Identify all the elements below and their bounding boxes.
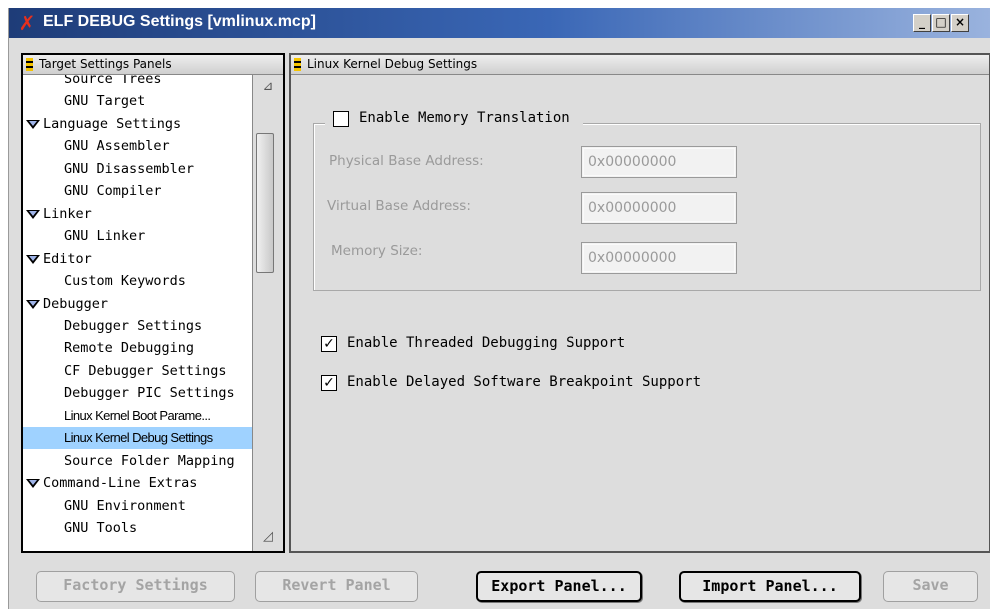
settings-window: ✗ ELF DEBUG Settings [vmlinux.mcp] _ □ ×… [8,8,990,609]
disclosure-triangle-icon[interactable] [26,479,40,489]
tree-group-item[interactable]: Editor [23,248,252,270]
disclosure-triangle-icon[interactable] [26,254,40,264]
tree-item[interactable]: GNU Tools [23,517,252,539]
tree-group-item[interactable]: Command-Line Extras [23,472,252,494]
panel-header-label: Linux Kernel Debug Settings [307,57,478,71]
tree-item-label: GNU Disassembler [64,160,195,177]
tree-item[interactable]: GNU Target [23,90,252,112]
memory-translation-checkbox[interactable] [333,111,349,127]
tree-item-label: Linker [43,205,92,222]
tree-item-label: Linux Kernel Boot Parame... [64,407,211,423]
memory-size-field[interactable]: 0x00000000 [581,242,737,274]
tree-item[interactable]: Linux Kernel Debug Settings [23,427,252,450]
factory-settings-button[interactable]: Factory Settings [36,571,235,602]
tree-item[interactable]: GNU Assembler [23,135,252,157]
tree-item[interactable]: Linux Kernel Boot Parame... [23,405,252,427]
tree-item[interactable]: Source Trees [23,75,252,90]
delayed-breakpoint-label: Enable Delayed Software Breakpoint Suppo… [347,374,702,390]
tree-item-label: Source Trees [64,75,162,87]
virtual-base-address-label: Virtual Base Address: [327,198,471,214]
close-button[interactable]: × [951,14,969,32]
tree-item[interactable]: CF Debugger Settings [23,360,252,382]
physical-base-address-label: Physical Base Address: [329,153,484,169]
delayed-breakpoint-checkbox[interactable]: ✓ [321,375,337,391]
tree-item[interactable]: Remote Debugging [23,337,252,359]
tree-item-label: Editor [43,250,92,267]
tree-item-label: GNU Compiler [64,183,162,200]
tree-item-label: Debugger [43,295,109,312]
settings-panel: Linux Kernel Debug Settings Enable Memor… [289,53,990,553]
lock-icon [26,58,33,71]
disclosure-triangle-icon[interactable] [26,119,40,129]
virtual-base-address-field[interactable]: 0x00000000 [581,192,737,224]
tree-item[interactable]: GNU Linker [23,225,252,247]
export-panel-button[interactable]: Export Panel... [476,571,642,602]
tree-group-item[interactable]: Linker [23,203,252,225]
tree-item-label: Linux Kernel Debug Settings [64,430,213,446]
tree-group-item[interactable]: Language Settings [23,113,252,135]
scroll-down-arrow-icon[interactable]: ◿ [257,527,279,549]
tree-item-label: GNU Linker [64,228,146,245]
tree-item-label: Command-Line Extras [43,475,198,492]
physical-base-address-field[interactable]: 0x00000000 [581,146,737,178]
tree-item-label: Custom Keywords [64,273,186,290]
tree-scrollbar[interactable]: ⊿ ◿ [252,75,283,551]
save-button[interactable]: Save [883,571,978,602]
tree-item-label: Debugger Settings [64,317,203,334]
x-app-icon: ✗ [18,11,36,35]
threaded-debugging-checkbox[interactable]: ✓ [321,336,337,352]
maximize-button[interactable]: □ [932,14,950,32]
tree-item[interactable]: Debugger PIC Settings [23,382,252,404]
threaded-debugging-label: Enable Threaded Debugging Support [347,335,626,351]
tree-item[interactable]: Custom Keywords [23,270,252,292]
scroll-thumb[interactable] [256,133,274,273]
tree-item-label: GNU Tools [64,520,138,536]
tree-item-label: CF Debugger Settings [64,362,227,379]
title-bar[interactable]: ✗ ELF DEBUG Settings [vmlinux.mcp] _ □ × [9,8,990,38]
minimize-button[interactable]: _ [913,14,931,32]
lock-icon [294,58,301,71]
tree-item-label: GNU Environment [64,497,186,514]
tree-item[interactable]: Debugger Settings [23,315,252,337]
panel-header-label: Target Settings Panels [39,57,172,71]
tree-item-label: Language Settings [43,115,182,132]
import-panel-button[interactable]: Import Panel... [679,571,861,602]
target-settings-panels: Target Settings Panels Source Trees GNU T… [21,53,285,553]
tree-item[interactable]: Source Folder Mapping [23,450,252,472]
tree-item[interactable]: GNU Disassembler [23,158,252,180]
scroll-up-arrow-icon[interactable]: ⊿ [257,77,279,99]
revert-panel-button[interactable]: Revert Panel [255,571,418,602]
memory-translation-label: Enable Memory Translation [359,110,570,126]
panel-header-right: Linux Kernel Debug Settings [291,55,989,75]
memory-size-label: Memory Size: [331,243,423,259]
tree-item-label: GNU Assembler [64,138,170,155]
settings-tree[interactable]: Source Trees GNU Target Language Settings G… [23,75,252,551]
window-title: ELF DEBUG Settings [vmlinux.mcp] [43,13,316,30]
tree-item-label: GNU Target [64,93,146,110]
disclosure-triangle-icon[interactable] [26,299,40,309]
tree-item-label: Source Folder Mapping [64,452,235,469]
tree-item[interactable]: GNU Environment [23,495,252,517]
tree-item[interactable]: GNU Compiler [23,180,252,202]
tree-item-label: Debugger PIC Settings [64,385,235,402]
tree-group-item[interactable]: Debugger [23,293,252,315]
panel-header-left: Target Settings Panels [23,55,283,75]
disclosure-triangle-icon[interactable] [26,209,40,219]
tree-item-label: Remote Debugging [64,340,195,357]
